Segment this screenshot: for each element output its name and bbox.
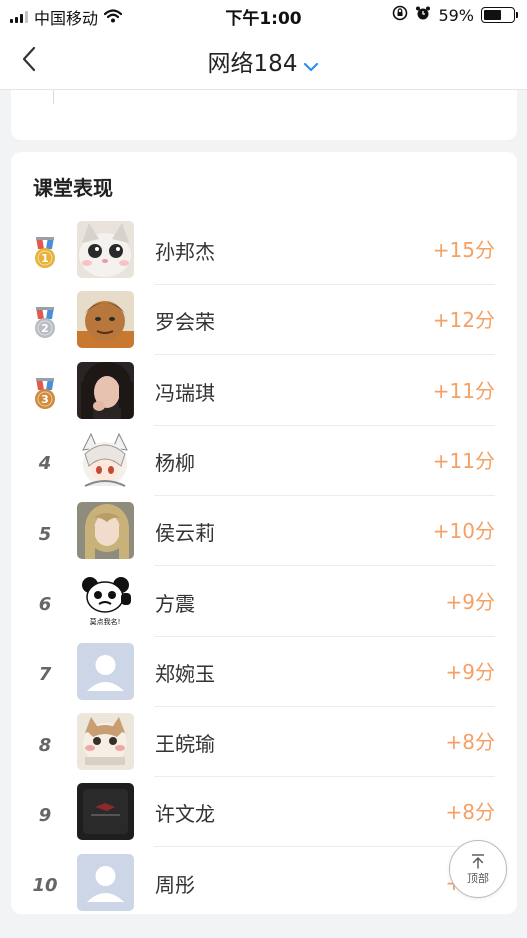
rank-number-text: 5	[38, 523, 52, 545]
nav-bar: 网络184	[0, 30, 527, 90]
score-value: +11分	[432, 378, 495, 403]
ranking-row[interactable]: 6 莫点我名! 方震 +9分	[11, 572, 517, 643]
top-card	[11, 90, 517, 140]
score-value: +9分	[445, 659, 495, 684]
score-value: +15分	[432, 238, 495, 262]
back-to-top-label: 顶部	[467, 871, 489, 885]
score-value: +8分	[445, 800, 495, 825]
student-name: 周彤	[155, 872, 195, 897]
ranking-row[interactable]: 8 王皖瑜 +8分	[11, 713, 517, 783]
rank-number: 4	[25, 444, 65, 484]
ranking-row[interactable]: 3 冯瑞琪 +11分	[11, 361, 517, 432]
blonde-girl-avatar[interactable]	[77, 502, 134, 560]
row-divider	[154, 635, 495, 637]
score-value: +8分	[445, 730, 495, 755]
anime-girl-avatar[interactable]	[77, 431, 134, 489]
ranking-row[interactable]: 4 杨柳 +11分	[11, 431, 517, 502]
page-title: 网络184	[207, 51, 298, 77]
row-divider	[154, 354, 495, 356]
arrow-up-icon	[472, 853, 484, 869]
student-name: 罗会荣	[155, 310, 215, 335]
dark-logo-avatar[interactable]	[77, 783, 134, 841]
rank-number: 9	[25, 795, 65, 835]
row-divider	[154, 705, 495, 707]
default-avatar[interactable]	[77, 853, 134, 911]
score-value: +9分	[445, 589, 495, 614]
rank-number-text: 9	[38, 804, 52, 826]
battery-icon	[481, 7, 518, 23]
student-name: 孙邦杰	[155, 240, 215, 264]
row-divider	[154, 565, 495, 567]
ranking-row[interactable]: 2 罗会荣 +12分	[11, 291, 517, 361]
row-divider	[154, 284, 495, 285]
ranking-row[interactable]: 7 郑婉玉 +9分	[11, 642, 517, 713]
svg-text:莫点我名!: 莫点我名!	[90, 617, 121, 626]
cat-blush-avatar[interactable]	[77, 713, 134, 771]
student-name: 王皖瑜	[155, 732, 215, 757]
student-name: 杨柳	[155, 450, 195, 475]
silver-medal-icon: 2	[25, 303, 65, 343]
back-to-top-button[interactable]: 顶部	[449, 840, 507, 898]
battery-percent: 59%	[438, 5, 474, 25]
girl-photo-avatar[interactable]	[77, 361, 134, 419]
status-right: 59%	[392, 5, 518, 25]
battery-fill	[484, 10, 501, 20]
rank-number-text: 7	[38, 664, 52, 686]
row-divider	[154, 846, 495, 848]
svg-text:2: 2	[41, 322, 49, 335]
default-avatar[interactable]	[77, 642, 134, 700]
alarm-icon	[415, 5, 431, 25]
rank-number-text: 4	[38, 453, 52, 475]
rank-number: 6	[25, 585, 65, 625]
rank-number: 7	[25, 655, 65, 695]
svg-text:1: 1	[41, 252, 49, 265]
section-title: 课堂表现	[33, 176, 113, 200]
ranking-row[interactable]: 1 孙邦杰 +15分	[11, 221, 517, 291]
ranking-row[interactable]: 10周彤+8分	[11, 853, 517, 924]
performance-card: 课堂表现 1 孙邦杰 +15分 2 罗会荣 +12分 3 冯瑞琪 +11分 4 杨柳 +11分 5 侯云莉…	[11, 152, 517, 914]
row-divider	[154, 776, 495, 778]
row-divider	[154, 494, 495, 496]
cat-avatar[interactable]	[77, 221, 134, 278]
score-value: +11分	[432, 448, 495, 473]
class-selector[interactable]: 网络184	[0, 44, 527, 78]
bronze-medal-icon: 3	[25, 374, 65, 414]
timeline-line	[53, 90, 54, 104]
rank-number-text: 6	[38, 594, 52, 615]
ranking-row[interactable]: 5 侯云莉 +10分	[11, 502, 517, 572]
orientation-lock-icon	[392, 5, 408, 25]
status-bar: 中国移动 下午1:00 59%	[0, 0, 527, 30]
rank-number-text: 10	[32, 875, 58, 897]
rank-number: 8	[25, 725, 65, 765]
rank-number-text: 8	[38, 734, 52, 756]
ranking-row[interactable]: 9 许文龙 +8分	[11, 783, 517, 853]
rank-number: 5	[25, 514, 65, 554]
student-name: 郑婉玉	[155, 661, 215, 686]
score-value: +12分	[432, 308, 495, 333]
svg-text:3: 3	[41, 393, 49, 406]
student-name: 冯瑞琪	[155, 380, 215, 405]
rank-number: 10	[25, 866, 65, 906]
student-name: 方震	[155, 591, 195, 616]
student-name: 许文龙	[155, 802, 215, 827]
cartoon-man-avatar[interactable]	[77, 291, 134, 349]
row-divider	[154, 424, 495, 426]
gold-medal-icon: 1	[25, 233, 65, 273]
panda-meme-avatar[interactable]: 莫点我名!	[77, 572, 134, 630]
chevron-down-icon	[303, 52, 319, 78]
student-name: 侯云莉	[155, 521, 215, 546]
score-value: +10分	[432, 519, 495, 544]
